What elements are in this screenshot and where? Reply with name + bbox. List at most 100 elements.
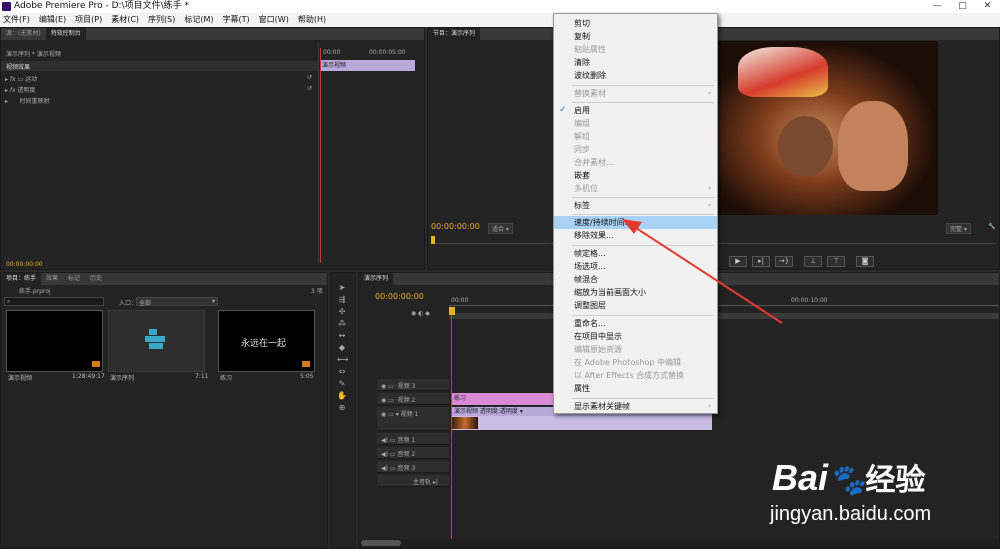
effect-row-motion[interactable]: ▸ fx ▭ 运动 — [5, 74, 37, 83]
export-frame-button[interactable]: ◙ — [856, 256, 874, 267]
program-quality-dropdown[interactable]: 完整 ▾ — [946, 223, 971, 234]
track-header-v2[interactable]: ◉ ▭ 视频 2 — [377, 393, 449, 405]
menu-item-multicam[interactable]: 多机位 › — [554, 182, 717, 195]
menu-item-frame-blend-label: 帧混合 — [574, 275, 598, 284]
menu-item-ripple-delete[interactable]: 波纹删除 — [554, 69, 717, 82]
tab-source[interactable]: 源：(无素材) — [1, 28, 46, 40]
search-icon: ⌕ — [7, 298, 11, 305]
tab-markers[interactable]: 标记 — [63, 273, 85, 285]
track-header-master[interactable]: 主音轨 ▸| — [377, 475, 449, 487]
minimize-button[interactable]: — — [925, 0, 950, 13]
menu-item-copy[interactable]: 复制 — [554, 30, 717, 43]
title-preview-text: 永远在一起 — [241, 339, 287, 349]
slip-tool-icon[interactable]: ⟷ — [337, 355, 348, 365]
pen-tool-icon[interactable]: ✎ — [337, 379, 347, 389]
clip-demo-video[interactable] — [452, 416, 712, 430]
program-playhead[interactable] — [431, 236, 435, 244]
premiere-logo-icon — [2, 2, 11, 11]
menu-item-show-clip-keyframes[interactable]: 显示素材关键帧 › — [554, 400, 717, 413]
effect-row-opacity[interactable]: ▸ fx 透明度 — [5, 85, 36, 94]
menu-item-nest[interactable]: 嵌套 — [554, 169, 717, 182]
tab-effect-controls[interactable]: 特效控制台 — [45, 28, 86, 40]
reset-motion-icon[interactable]: ↺ — [307, 74, 312, 81]
menu-help[interactable]: 帮助(H) — [298, 13, 326, 27]
menu-clip[interactable]: 素材(C) — [111, 13, 139, 27]
maximize-button[interactable]: □ — [950, 0, 975, 13]
timeline-timecode[interactable]: 00:00:00:00 — [375, 292, 424, 301]
tab-effects[interactable]: 效果 — [41, 273, 63, 285]
menu-project[interactable]: 项目(P) — [75, 13, 102, 27]
menu-separator — [572, 102, 714, 103]
menu-window[interactable]: 窗口(W) — [259, 13, 289, 27]
track-header-a2[interactable]: ◀) ▭ 音频 2 — [377, 447, 449, 459]
menu-item-show-clip-keyframes-label: 显示素材关键帧 — [574, 402, 630, 411]
slide-tool-icon[interactable]: ⇔ — [337, 367, 347, 377]
tab-timeline-sequence[interactable]: 演示序列 — [359, 273, 394, 285]
watermark-url: jingyan.baidu.com — [770, 503, 932, 525]
ec-ruler-end: 00:00:05:00 — [369, 49, 406, 56]
menu-item-enable-label: 启用 — [574, 106, 590, 115]
tab-project[interactable]: 项目：练手 — [1, 273, 42, 285]
timeline-playhead-handle[interactable] — [449, 307, 455, 315]
menu-marker[interactable]: 标记(M) — [184, 13, 213, 27]
menu-item-reveal-in-project[interactable]: 在项目中显示 — [554, 330, 717, 343]
menu-file[interactable]: 文件(F) — [3, 13, 30, 27]
menu-item-clear[interactable]: 清除 — [554, 56, 717, 69]
zoom-tool-icon[interactable]: ⊕ — [337, 403, 347, 413]
track-header-v1[interactable]: ◉ ▭ ▾ 视频 1 — [377, 407, 449, 431]
menu-item-edit-in-photoshop[interactable]: 在 Adobe Photoshop 中编辑 — [554, 356, 717, 369]
hand-tool-icon[interactable]: ✋ — [337, 391, 347, 401]
rolling-edit-tool-icon[interactable]: ⁂ — [337, 319, 347, 329]
ec-current-time[interactable]: 00:00:00:00 — [6, 261, 43, 268]
menu-edit[interactable]: 编辑(E) — [39, 13, 66, 27]
rate-stretch-tool-icon[interactable]: ↔ — [337, 331, 347, 341]
clip-thumbnail — [452, 417, 478, 429]
paw-icon: 🐾 — [828, 464, 866, 497]
timeline-scroll-thumb[interactable] — [361, 540, 401, 546]
menu-item-ungroup[interactable]: 解组 — [554, 130, 717, 143]
ec-playhead[interactable] — [320, 48, 321, 263]
menu-item-replace-footage-label: 替换素材 — [574, 89, 606, 98]
tab-history[interactable]: 历史 — [85, 273, 107, 285]
menu-item-cut-label: 剪切 — [574, 19, 590, 28]
wrench-icon[interactable]: 🔧 — [988, 223, 995, 230]
menu-item-edit-original[interactable]: 编辑原始资源 — [554, 343, 717, 356]
lift-button[interactable]: ⊥ — [804, 256, 822, 267]
track-header-a3[interactable]: ◀) ▭ 音频 3 — [377, 461, 449, 473]
project-item-demo-video[interactable] — [6, 310, 103, 372]
menu-sequence[interactable]: 序列(S) — [148, 13, 175, 27]
project-search-input[interactable]: ⌕ — [4, 297, 104, 306]
menu-title[interactable]: 字幕(T) — [223, 13, 250, 27]
selection-tool-icon[interactable]: ➤ — [337, 283, 347, 293]
track-header-v3[interactable]: ◉ ▭ 视频 3 — [377, 379, 449, 391]
menu-item-group[interactable]: 编组 — [554, 117, 717, 130]
effect-row-time-remap[interactable]: ▸ 时间重映射 — [5, 96, 49, 105]
timeline-scrollbar[interactable] — [359, 539, 999, 548]
razor-tool-icon[interactable]: ◆ — [337, 343, 347, 353]
search-in-dropdown[interactable]: 全部 ▾ — [136, 297, 218, 307]
track-select-tool-icon[interactable]: ⇶ — [337, 295, 347, 305]
track-a2-name: 音频 2 — [397, 451, 416, 458]
menu-item-cut[interactable]: 剪切 — [554, 17, 717, 30]
menu-item-properties[interactable]: 属性 — [554, 382, 717, 395]
effect-controls-header: 演示序列 * 演示视频 — [6, 51, 61, 58]
project-item-demo-sequence[interactable] — [108, 310, 205, 372]
program-fit-dropdown[interactable]: 适合 ▾ — [488, 223, 513, 234]
ripple-edit-tool-icon[interactable]: ✣ — [337, 307, 347, 317]
close-button[interactable]: ✕ — [975, 0, 1000, 13]
tab-program[interactable]: 节目：演示序列 — [428, 28, 481, 40]
menu-item-label-label: 标签 — [574, 201, 590, 210]
menu-item-replace-footage[interactable]: 替换素材 › — [554, 87, 717, 100]
menu-item-replace-with-ae-label: 以 After Effects 合成方式替换 — [574, 371, 685, 380]
project-item-practice[interactable]: 永远在一起 — [218, 310, 315, 372]
extract-button[interactable]: ⊤ — [827, 256, 845, 267]
menu-item-paste-attributes[interactable]: 粘贴属性 — [554, 43, 717, 56]
track-header-a1[interactable]: ◀) ▭ 音频 1 — [377, 433, 449, 445]
menu-item-merge-clips[interactable]: 合并素材... — [554, 156, 717, 169]
menu-item-synchronize[interactable]: 同步 — [554, 143, 717, 156]
snap-icon[interactable]: ◉ ◐ ◆ — [411, 310, 430, 317]
reset-opacity-icon[interactable]: ↺ — [307, 85, 312, 92]
menu-item-enable[interactable]: ✓ 启用 — [554, 104, 717, 117]
program-timecode[interactable]: 00:00:00:00 — [431, 222, 480, 231]
menu-item-replace-with-ae[interactable]: 以 After Effects 合成方式替换 — [554, 369, 717, 382]
